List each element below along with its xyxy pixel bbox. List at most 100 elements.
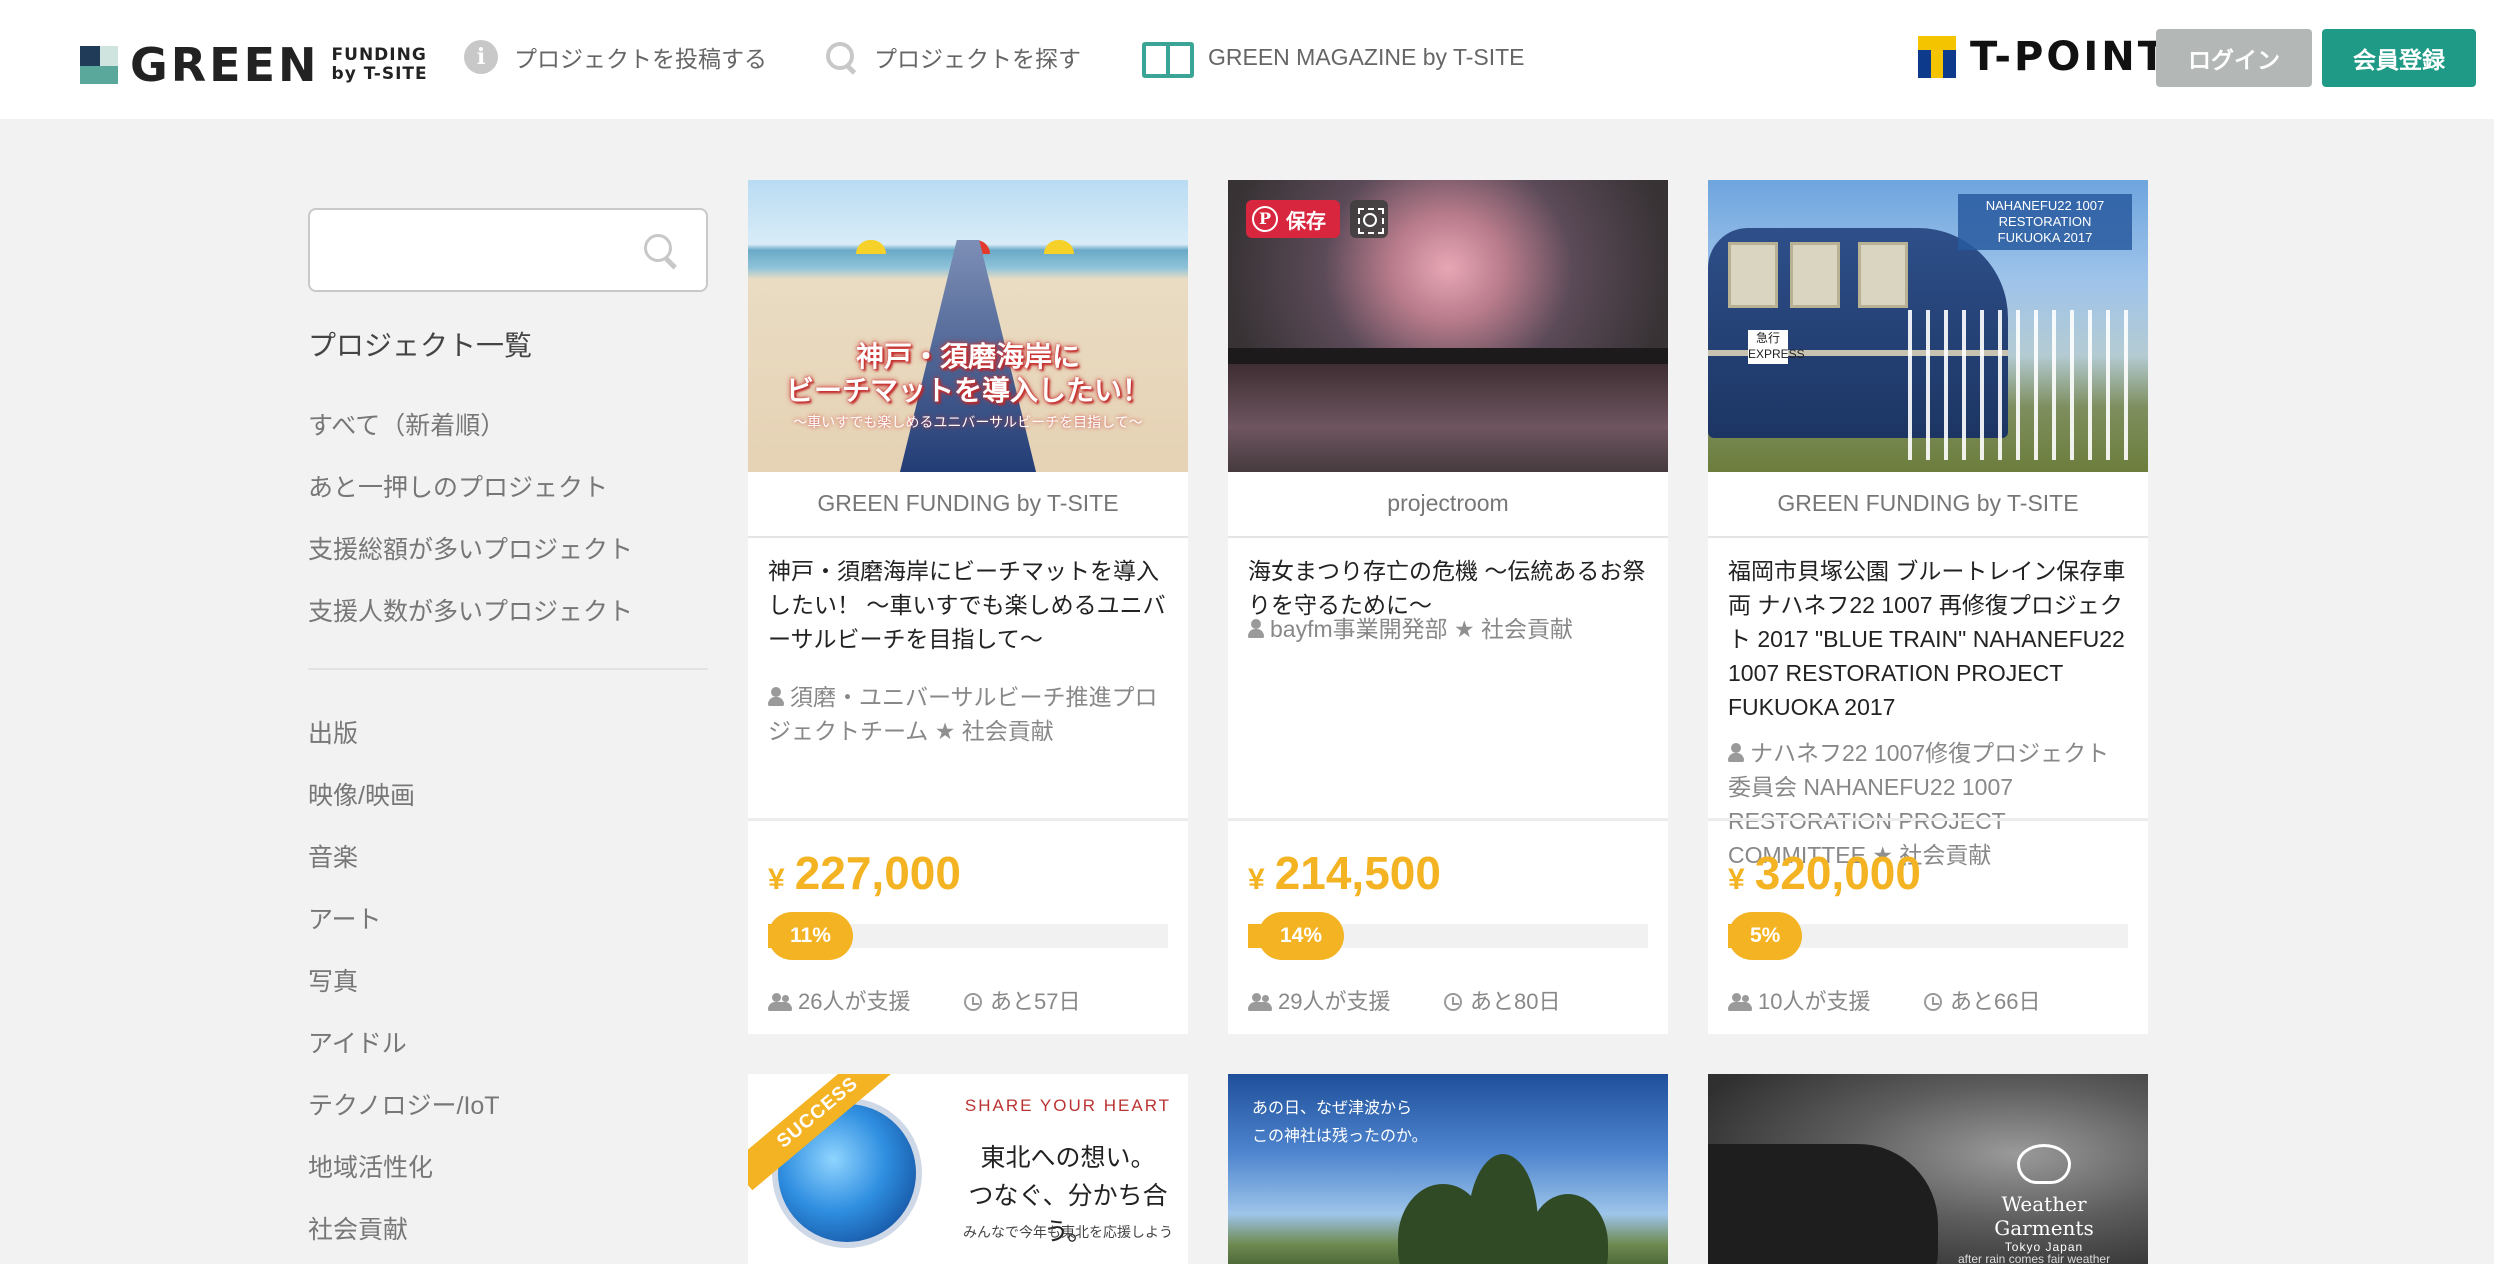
progress-bar: 11% (768, 912, 1168, 960)
sidebar-category-technology[interactable]: テクノロジー/IoT (308, 1086, 500, 1122)
user-icon (1728, 743, 1744, 763)
nav-label: プロジェクトを投稿する (514, 46, 767, 72)
sidebar-category-social[interactable]: 社会貢献 (308, 1210, 408, 1246)
logo-wordmark: GREEN (130, 38, 320, 92)
sidebar-category-music[interactable]: 音楽 (308, 838, 358, 874)
funding-amount: ¥320,000 (1728, 847, 1921, 899)
card-owner: 須磨・ユニバーサルビーチ推進プロジェクトチーム ★ 社会貢献 (768, 684, 1158, 744)
sidebar-category-art[interactable]: アート (308, 900, 382, 936)
card-divider (748, 818, 1188, 821)
project-card[interactable]: 神戸・須磨海岸に ビーチマットを導入したい！ 〜車いすでも楽しめるユニバーサルビー… (748, 180, 1188, 1034)
image-subcaption: 〜車いすでも楽しめるユニバーサルビーチを目指して〜 (793, 414, 1143, 430)
logo-subtitle: FUNDING by T-SITE (331, 45, 428, 84)
progress-badge: 14% (1258, 912, 1345, 960)
image-line-1: 東北への想い。 (980, 1143, 1156, 1172)
sidebar-category-publishing[interactable]: 出版 (308, 714, 358, 750)
card-owner: bayfm事業開発部 ★ 社会貢献 (1248, 612, 1652, 646)
book-icon (1142, 40, 1194, 78)
sidebar-category-regional[interactable]: 地域活性化 (308, 1148, 433, 1184)
progress-badge: 11% (768, 912, 853, 960)
sidebar-divider (308, 668, 708, 670)
clock-icon (1924, 993, 1942, 1011)
project-image[interactable]: 急行 EXPRESS NAHANEFU22 1007 RESTORATION FUKU… (1708, 180, 2148, 472)
nav-label: プロジェクトを探す (874, 46, 1081, 72)
project-image[interactable]: SUCCESS SHARE YOUR HEART 東北への想い。 つなぐ、分かち… (748, 1074, 1188, 1264)
project-image[interactable]: あの日、なぜ津波から この神社は残ったのか。 (1228, 1074, 1668, 1264)
tpoint-wordmark: T-POINT (1970, 34, 2168, 80)
sidebar-link-most-backers[interactable]: 支援人数が多いプロジェクト (308, 592, 633, 628)
logo-mark-icon (80, 46, 118, 84)
group-icon (1728, 993, 1752, 1011)
supporter-count: 29人が支援 (1278, 989, 1391, 1014)
top-header: GREEN FUNDING by T-SITE i プロジェクトを投稿する プロジ… (0, 0, 2494, 119)
project-card[interactable]: 急行 EXPRESS NAHANEFU22 1007 RESTORATION FUKU… (1708, 180, 2148, 1034)
image-caption: あの日、なぜ津波から この神社は残ったのか。 (1252, 1098, 1428, 1145)
group-icon (768, 993, 792, 1011)
visual-search-icon[interactable] (1350, 200, 1388, 238)
info-icon: i (464, 40, 498, 74)
card-divider (1228, 818, 1668, 821)
card-stats: 29人が支援 あと80日 (1248, 984, 1560, 1016)
card-divider (748, 536, 1188, 538)
image-brand: SHARE YOUR HEART (964, 1096, 1172, 1115)
project-image[interactable]: 神戸・須磨海岸に ビーチマットを導入したい！ 〜車いすでも楽しめるユニバーサルビー… (748, 180, 1188, 472)
search-icon (824, 40, 858, 74)
image-footnote: after rain comes fair weather (1958, 1252, 2111, 1264)
umbrella-icon (2017, 1144, 2071, 1184)
sidebar-category-photo[interactable]: 写真 (308, 962, 358, 998)
days-left: あと80日 (1470, 989, 1561, 1014)
card-title[interactable]: 神戸・須磨海岸にビーチマットを導入したい！ 〜車いすでも楽しめるユニバーサルビー… (768, 554, 1172, 656)
login-button[interactable]: ログイン (2156, 29, 2312, 87)
progress-bar: 5% (1728, 912, 2128, 960)
sidebar-category-idol[interactable]: アイドル (308, 1024, 407, 1060)
card-stats: 10人が支援 あと66日 (1728, 984, 2040, 1016)
sidebar-link-almost[interactable]: あと一押しのプロジェクト (308, 468, 608, 504)
clock-icon (1444, 993, 1462, 1011)
funding-amount: ¥227,000 (768, 847, 961, 899)
project-card[interactable]: Weather Garments Tokyo Japan after rain … (1708, 1074, 2148, 1264)
star-icon: ★ (934, 718, 956, 744)
image-title: 神戸・須磨海岸に ビーチマットを導入したい！ (785, 340, 1150, 407)
card-title[interactable]: 福岡市貝塚公園 ブルートレイン保存車両 ナハネフ22 1007 再修復プロジェク… (1728, 554, 2132, 724)
register-button[interactable]: 会員登録 (2322, 29, 2476, 87)
project-list-heading: プロジェクト一覧 (308, 330, 533, 361)
card-stats: 26人が支援 あと57日 (768, 984, 1080, 1016)
nav-green-magazine[interactable]: GREEN MAGAZINE by T-SITE (1142, 40, 1525, 78)
project-card[interactable]: あの日、なぜ津波から この神社は残ったのか。 (1228, 1074, 1668, 1264)
progress-bar: 14% (1248, 912, 1648, 960)
card-organization[interactable]: GREEN FUNDING by T-SITE (1708, 490, 2148, 517)
user-icon (768, 687, 784, 707)
image-caption: 神戸・須磨海岸に ビーチマットを導入したい！ (758, 340, 1178, 408)
nav-label: GREEN MAGAZINE by T-SITE (1208, 43, 1525, 70)
card-organization[interactable]: projectroom (1228, 490, 1668, 517)
sidebar-category-film[interactable]: 映像/映画 (308, 776, 415, 812)
nav-post-project[interactable]: i プロジェクトを投稿する (464, 40, 767, 74)
progress-badge: 5% (1728, 912, 1803, 960)
funding-amount: ¥214,500 (1248, 847, 1441, 899)
site-logo[interactable]: GREEN FUNDING by T-SITE (80, 38, 428, 92)
project-card[interactable]: SUCCESS SHARE YOUR HEART 東北への想い。 つなぐ、分かち… (748, 1074, 1188, 1264)
group-icon (1248, 993, 1272, 1011)
sidebar-link-most-funded[interactable]: 支援総額が多いプロジェクト (308, 530, 633, 566)
image-badge: NAHANEFU22 1007 RESTORATION FUKUOKA 2017 (1958, 194, 2132, 250)
project-image[interactable]: P 保存 (1228, 180, 1668, 472)
days-left: あと57日 (990, 989, 1081, 1014)
days-left: あと66日 (1950, 989, 2041, 1014)
sidebar-link-all[interactable]: すべて（新着順） (308, 406, 505, 442)
success-ribbon: SUCCESS (748, 1074, 906, 1191)
image-note: みんなで今年も東北を応援しよう (963, 1224, 1173, 1240)
search-input[interactable] (308, 208, 708, 292)
card-divider (1228, 536, 1668, 538)
search-icon[interactable] (644, 234, 680, 270)
pinterest-save-button[interactable]: P 保存 (1246, 200, 1340, 238)
tpoint-logo[interactable]: T-POINT (1918, 34, 2168, 80)
pinterest-icon: P (1252, 206, 1278, 232)
card-divider (1708, 818, 2148, 821)
user-icon (1248, 619, 1264, 639)
card-organization[interactable]: GREEN FUNDING by T-SITE (748, 490, 1188, 517)
nav-find-project[interactable]: プロジェクトを探す (824, 40, 1081, 74)
boot-graphic (1708, 1144, 1938, 1264)
card-divider (1708, 536, 2148, 538)
project-image[interactable]: Weather Garments Tokyo Japan after rain … (1708, 1074, 2148, 1264)
project-card[interactable]: P 保存 projectroom 海女まつり存亡の危機 〜伝統あるお祭りを守るため… (1228, 180, 1668, 1034)
